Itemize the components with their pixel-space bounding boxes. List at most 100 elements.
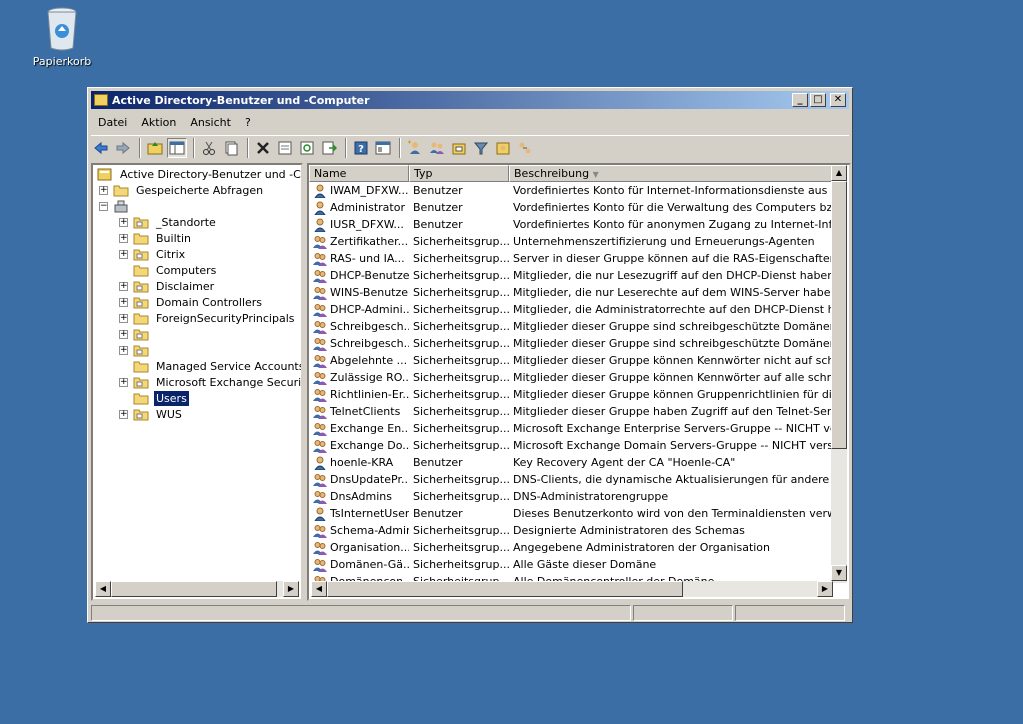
expand-icon[interactable]: + bbox=[119, 329, 128, 339]
column-header-name[interactable]: Name bbox=[309, 165, 409, 182]
table-row[interactable]: IUSR_DFXW... Benutzer Vordefiniertes Konto… bbox=[309, 216, 833, 233]
tree-item-saved-queries[interactable]: + Gespeicherte Abfragen bbox=[99, 182, 265, 198]
table-row[interactable]: IWAM_DFXW... Benutzer Vordefiniertes Konto… bbox=[309, 182, 833, 199]
new-user-icon[interactable] bbox=[405, 138, 425, 158]
tree-item-managed-service-accounts[interactable]: Managed Service Accounts bbox=[119, 358, 301, 374]
table-row[interactable]: Zertifikather... Sicherheitsgrup... Untern… bbox=[309, 233, 833, 250]
table-row[interactable]: Administrator Benutzer Vordefiniertes Kont… bbox=[309, 199, 833, 216]
tree-item-builtin[interactable]: + Builtin bbox=[119, 230, 193, 246]
scroll-up-icon[interactable]: ▲ bbox=[831, 165, 847, 181]
expand-icon[interactable]: + bbox=[119, 249, 128, 259]
cut-icon[interactable] bbox=[199, 138, 219, 158]
minimize-button[interactable]: _ bbox=[792, 93, 808, 107]
table-row[interactable]: Richtlinien-Er... Sicherheitsgrup... Mitgl… bbox=[309, 386, 833, 403]
scroll-thumb[interactable] bbox=[831, 181, 847, 449]
table-row[interactable]: Schema-Admins Sicherheitsgrup... Designier… bbox=[309, 522, 833, 539]
scroll-right-icon[interactable]: ▶ bbox=[817, 581, 833, 597]
column-header-type[interactable]: Typ bbox=[409, 165, 509, 182]
table-row[interactable]: Zulässige RO... Sicherheitsgrup... Mitglie… bbox=[309, 369, 833, 386]
tree-root[interactable]: Active Directory-Benutzer und -Computer bbox=[97, 166, 301, 182]
tree-item-foreign-security-principals[interactable]: + ForeignSecurityPrincipals bbox=[119, 310, 297, 326]
menu-ansicht[interactable]: Ansicht bbox=[183, 116, 238, 129]
tree-item-disclaimer[interactable]: + Disclaimer bbox=[119, 278, 216, 294]
expand-icon[interactable]: + bbox=[119, 281, 128, 291]
console-icon[interactable] bbox=[373, 138, 393, 158]
delegate-icon[interactable] bbox=[515, 138, 535, 158]
expand-icon[interactable]: + bbox=[119, 377, 128, 387]
expand-icon[interactable]: + bbox=[119, 233, 128, 243]
delete-icon[interactable] bbox=[253, 138, 273, 158]
scroll-down-icon[interactable]: ▼ bbox=[831, 565, 847, 581]
expand-icon[interactable]: + bbox=[119, 345, 128, 355]
results-list[interactable]: Name Typ Beschreibung ▼ IWAM_DFXW... Benu… bbox=[307, 163, 851, 601]
table-row[interactable]: DHCP-Benutzer Sicherheitsgrup... Mitgliede… bbox=[309, 267, 833, 284]
table-row[interactable]: DHCP-Admini... Sicherheitsgrup... Mitglied… bbox=[309, 301, 833, 318]
table-row[interactable]: TsInternetUser Benutzer Dieses Benutzerkon… bbox=[309, 505, 833, 522]
tree-item-users[interactable]: Users bbox=[119, 389, 190, 407]
tree-item-wus[interactable]: + WUS bbox=[119, 406, 184, 422]
table-row[interactable]: Exchange En... Sicherheitsgrup... Microsof… bbox=[309, 420, 833, 437]
expand-icon[interactable]: + bbox=[119, 313, 128, 323]
table-row[interactable]: RAS- und IA... Sicherheitsgrup... Server i… bbox=[309, 250, 833, 267]
scroll-thumb[interactable] bbox=[111, 581, 277, 597]
tree-item-standorte[interactable]: + _Standorte bbox=[119, 214, 218, 230]
tree-item-citrix[interactable]: + Citrix bbox=[119, 246, 187, 262]
help-icon[interactable]: ? bbox=[351, 138, 371, 158]
new-ou-icon[interactable] bbox=[449, 138, 469, 158]
table-row[interactable]: Exchange Do... Sicherheitsgrup... Microsof… bbox=[309, 437, 833, 454]
tree-item-domain-controllers[interactable]: + Domain Controllers bbox=[119, 294, 264, 310]
close-button[interactable]: ✕ bbox=[830, 93, 846, 107]
expand-icon[interactable]: + bbox=[119, 409, 128, 419]
list-horizontal-scrollbar[interactable]: ◀ ▶ bbox=[311, 581, 833, 597]
tree-horizontal-scrollbar[interactable]: ◀ ▶ bbox=[95, 581, 299, 597]
tree-item-domain[interactable]: − bbox=[99, 198, 138, 214]
cell-description: Mitglieder dieser Gruppe sind schreibges… bbox=[513, 337, 833, 350]
tree-item-computers[interactable]: Computers bbox=[119, 262, 218, 278]
table-row[interactable]: DnsUpdatePr... Sicherheitsgrup... DNS-Clie… bbox=[309, 471, 833, 488]
table-row[interactable]: Domänen-Gä... Sicherheitsgrup... Alle Gäst… bbox=[309, 556, 833, 573]
maximize-button[interactable]: □ bbox=[810, 93, 826, 107]
folder-icon bbox=[133, 360, 149, 373]
table-row[interactable]: WINS-Benutzer Sicherheitsgrup... Mitgliede… bbox=[309, 284, 833, 301]
expand-icon[interactable]: + bbox=[119, 297, 128, 307]
filter-icon[interactable] bbox=[471, 138, 491, 158]
cell-type: Sicherheitsgrup... bbox=[413, 354, 509, 367]
table-row[interactable]: Abgelehnte ... Sicherheitsgrup... Mitglied… bbox=[309, 352, 833, 369]
table-row[interactable]: DnsAdmins Sicherheitsgrup... DNS-Administr… bbox=[309, 488, 833, 505]
table-row[interactable]: Schreibgesch... Sicherheitsgrup... Mitglie… bbox=[309, 335, 833, 352]
add-to-group-icon[interactable] bbox=[493, 138, 513, 158]
expand-icon[interactable]: + bbox=[99, 185, 108, 195]
collapse-icon[interactable]: − bbox=[99, 201, 108, 211]
scroll-thumb[interactable] bbox=[327, 581, 683, 597]
properties-icon[interactable] bbox=[275, 138, 295, 158]
tree-item-redacted-1[interactable]: + bbox=[119, 326, 158, 342]
tree-item-exchange-security-groups[interactable]: + Microsoft Exchange Security G bbox=[119, 374, 301, 390]
cell-description: Server in dieser Gruppe können auf die R… bbox=[513, 252, 833, 265]
table-row[interactable]: TelnetClients Sicherheitsgrup... Mitgliede… bbox=[309, 403, 833, 420]
scroll-left-icon[interactable]: ◀ bbox=[95, 581, 111, 597]
title-bar[interactable]: Active Directory-Benutzer und -Computer … bbox=[91, 91, 849, 109]
up-folder-icon[interactable] bbox=[145, 138, 165, 158]
tree-item-redacted-2[interactable]: + bbox=[119, 342, 158, 358]
table-row[interactable]: hoenle-KRA Benutzer Key Recovery Agent der… bbox=[309, 454, 833, 471]
menu-aktion[interactable]: Aktion bbox=[134, 116, 183, 129]
menu-datei[interactable]: Datei bbox=[91, 116, 134, 129]
expand-icon[interactable]: + bbox=[119, 217, 128, 227]
menu-help[interactable]: ? bbox=[238, 116, 258, 129]
copy-icon[interactable] bbox=[221, 138, 241, 158]
new-group-icon[interactable] bbox=[427, 138, 447, 158]
scroll-left-icon[interactable]: ◀ bbox=[311, 581, 327, 597]
console-tree[interactable]: Active Directory-Benutzer und -Computer … bbox=[91, 163, 303, 601]
domain-icon bbox=[113, 200, 129, 213]
forward-icon[interactable] bbox=[113, 138, 133, 158]
export-icon[interactable] bbox=[319, 138, 339, 158]
table-row[interactable]: Organisation... Sicherheitsgrup... Angegeb… bbox=[309, 539, 833, 556]
show-tree-icon[interactable] bbox=[167, 138, 187, 158]
scroll-right-icon[interactable]: ▶ bbox=[283, 581, 299, 597]
back-icon[interactable] bbox=[91, 138, 111, 158]
refresh-icon[interactable] bbox=[297, 138, 317, 158]
list-vertical-scrollbar[interactable]: ▲ ▼ bbox=[831, 165, 847, 583]
column-header-description[interactable]: Beschreibung ▼ bbox=[509, 165, 833, 182]
recycle-bin[interactable]: Papierkorb bbox=[30, 6, 94, 68]
table-row[interactable]: Schreibgesch... Sicherheitsgrup... Mitglie… bbox=[309, 318, 833, 335]
